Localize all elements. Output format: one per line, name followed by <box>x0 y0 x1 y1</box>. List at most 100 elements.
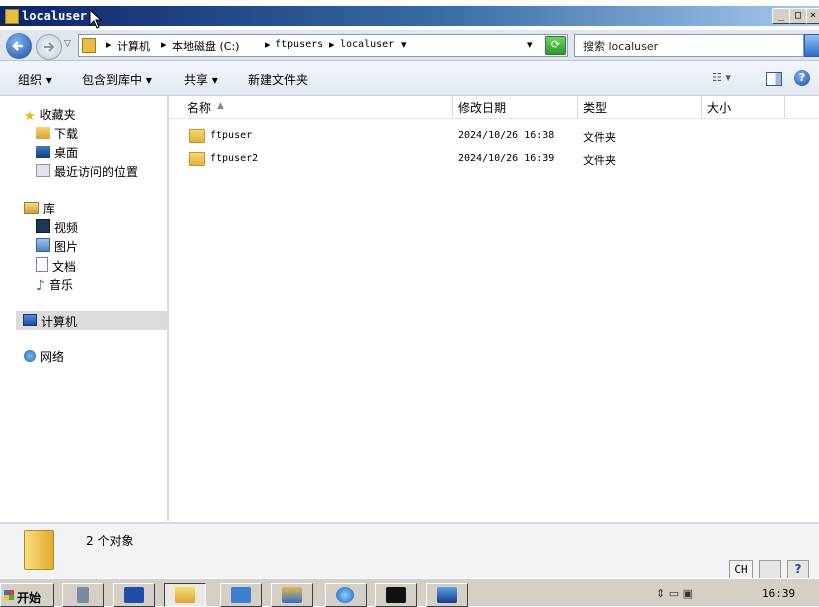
address-history-dropdown-icon[interactable]: ▾ <box>527 38 533 51</box>
clock[interactable]: 16:39 <box>762 587 795 600</box>
file-type: 文件夹 <box>583 154 616 167</box>
windows-logo-icon <box>4 590 14 600</box>
window-title: localuser <box>22 9 88 23</box>
help-icon[interactable]: ? <box>794 70 810 86</box>
item-count: 2 个对象 <box>86 534 134 548</box>
nav-library-label: 库 <box>43 202 56 216</box>
nav-item-downloads[interactable]: 下载 <box>36 125 78 143</box>
column-size[interactable]: 大小 <box>707 99 731 116</box>
sort-ascending-icon: ▲ <box>217 101 224 111</box>
history-dropdown-icon[interactable]: ▽ <box>64 39 71 49</box>
address-box[interactable]: ▸ 计算机 ▸ 本地磁盘 (C:) ▸ ftpusers ▸ localuser… <box>78 34 568 57</box>
command-prompt-icon <box>386 587 406 603</box>
search-input[interactable]: 搜索 localuser <box>583 38 658 54</box>
nav-network-label: 网络 <box>40 350 65 364</box>
crumb-localuser[interactable]: localuser <box>340 39 394 50</box>
close-button[interactable]: × <box>806 8 819 24</box>
folder-icon <box>189 129 205 144</box>
folder-icon <box>189 152 205 167</box>
minimize-button[interactable]: _ <box>772 8 790 24</box>
file-name[interactable]: ftpuser2 <box>210 153 258 164</box>
column-divider[interactable] <box>784 96 785 118</box>
nav-network[interactable]: 网络 <box>24 348 64 366</box>
nav-computer[interactable]: 计算机 <box>16 311 167 330</box>
nav-library[interactable]: 库 <box>24 200 55 218</box>
back-button[interactable] <box>6 33 32 59</box>
search-icon[interactable] <box>804 34 819 57</box>
file-modified: 2024/10/26 16:39 <box>458 153 555 164</box>
nav-computer-label: 计算机 <box>41 315 78 329</box>
view-options-icon[interactable]: ☷ ▾ <box>712 71 731 84</box>
crumb-dropdown-icon[interactable]: ▾ <box>401 38 407 51</box>
nav-favorites-label: 收藏夹 <box>39 108 76 122</box>
column-type[interactable]: 类型 <box>583 99 607 116</box>
start-button[interactable]: 开始 <box>0 583 54 607</box>
file-list: 名称 ▲ 修改日期 类型 大小 ftpuser 2024/10/26 16:38… <box>169 96 819 521</box>
taskbar-powershell[interactable] <box>113 583 155 607</box>
refresh-icon[interactable]: ⟳ <box>545 36 566 55</box>
nav-favorites[interactable]: ★ 收藏夹 <box>24 106 76 124</box>
title-bar[interactable]: localuser _ □ × <box>0 0 819 30</box>
crumb-computer[interactable]: 计算机 <box>117 38 150 54</box>
forward-button[interactable] <box>36 34 62 60</box>
search-box[interactable]: 搜索 localuser <box>574 34 804 57</box>
nav-item-recent-places[interactable]: 最近访问的位置 <box>36 163 138 181</box>
language-indicator[interactable]: CH <box>729 560 753 580</box>
nav-item-label: 视频 <box>54 221 79 235</box>
back-arrow-icon <box>12 41 23 51</box>
column-modified[interactable]: 修改日期 <box>458 99 506 116</box>
title-strip <box>0 6 819 26</box>
file-name[interactable]: ftpuser <box>210 130 252 141</box>
crumb-separator-icon[interactable]: ▸ <box>161 38 167 51</box>
column-divider[interactable] <box>577 96 578 118</box>
crumb-separator-icon[interactable]: ▸ <box>265 38 271 51</box>
crumb-local-disk[interactable]: 本地磁盘 (C:) <box>172 38 239 54</box>
nav-item-pictures[interactable]: 图片 <box>36 238 78 256</box>
library-icon <box>24 202 39 214</box>
organize-button[interactable]: 组织 ▾ <box>18 71 52 88</box>
nav-item-documents[interactable]: 文档 <box>36 257 76 275</box>
start-label: 开始 <box>17 591 42 605</box>
crumb-ftpusers[interactable]: ftpusers <box>275 39 323 50</box>
taskbar-explorer[interactable] <box>164 583 206 607</box>
column-divider[interactable] <box>452 96 453 118</box>
folder-large-icon <box>24 530 54 570</box>
documents-icon <box>36 257 48 272</box>
taskbar-program[interactable] <box>271 583 313 607</box>
network-icon <box>24 350 36 362</box>
nav-item-label: 音乐 <box>48 278 73 292</box>
help-icon[interactable]: ? <box>787 560 809 580</box>
taskbar-remote-desktop[interactable] <box>426 583 468 607</box>
include-in-library-button[interactable]: 包含到库中 ▾ <box>82 71 152 88</box>
column-name[interactable]: 名称 <box>187 99 211 116</box>
table-row[interactable]: ftpuser2 2024/10/26 16:39 文件夹 <box>169 149 819 169</box>
preview-pane-icon[interactable] <box>766 72 782 86</box>
server-manager-icon <box>77 587 89 603</box>
nav-item-music[interactable]: ♪ 音乐 <box>36 276 73 294</box>
share-button[interactable]: 共享 ▾ <box>184 71 218 88</box>
keyboard-icon[interactable] <box>759 560 781 580</box>
nav-item-desktop[interactable]: 桌面 <box>36 144 78 162</box>
computer-icon <box>23 314 37 326</box>
taskbar: 开始 ⇕ ▭ ▣ 16:39 <box>0 578 819 607</box>
address-bar-row: ▽ ▸ 计算机 ▸ 本地磁盘 (C:) ▸ ftpusers ▸ localus… <box>0 30 819 61</box>
crumb-separator-icon[interactable]: ▸ <box>106 38 112 51</box>
file-modified: 2024/10/26 16:38 <box>458 130 555 141</box>
table-row[interactable]: ftpuser 2024/10/26 16:38 文件夹 <box>169 126 819 146</box>
tray-icons[interactable]: ⇕ ▭ ▣ <box>656 587 693 600</box>
taskbar-server-manager[interactable] <box>62 583 104 607</box>
column-divider[interactable] <box>701 96 702 118</box>
maximize-button[interactable]: □ <box>789 8 807 24</box>
new-folder-button[interactable]: 新建文件夹 <box>248 71 308 88</box>
taskbar-command-prompt[interactable] <box>375 583 417 607</box>
nav-item-videos[interactable]: 视频 <box>36 219 78 237</box>
recent-places-icon <box>36 164 50 177</box>
file-type: 文件夹 <box>583 131 616 144</box>
folder-icon <box>82 38 96 53</box>
taskbar-control-panel[interactable] <box>220 583 262 607</box>
taskbar-internet-explorer[interactable] <box>325 583 367 607</box>
crumb-separator-icon[interactable]: ▸ <box>329 38 335 51</box>
powershell-icon <box>124 587 144 603</box>
star-icon: ★ <box>24 109 36 124</box>
program-icon <box>282 587 302 603</box>
